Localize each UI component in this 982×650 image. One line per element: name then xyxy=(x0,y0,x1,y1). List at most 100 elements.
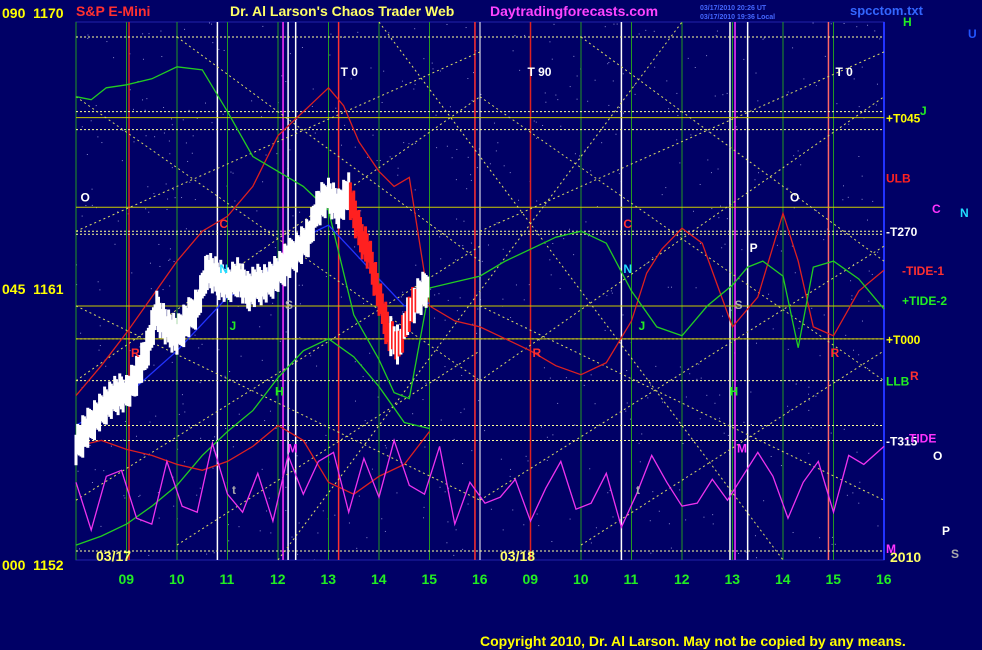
star xyxy=(335,107,337,109)
star xyxy=(754,179,756,181)
star xyxy=(269,410,271,412)
star xyxy=(611,292,613,294)
star xyxy=(861,198,863,200)
planet-marker: C xyxy=(219,217,228,231)
star xyxy=(650,552,652,554)
star xyxy=(867,367,869,369)
star xyxy=(114,243,116,245)
star xyxy=(106,41,108,43)
star xyxy=(201,343,203,345)
star xyxy=(105,365,107,367)
star xyxy=(389,156,391,158)
star xyxy=(647,397,649,399)
right-level-label: +T000 xyxy=(886,333,921,347)
star xyxy=(843,428,845,430)
star xyxy=(792,532,794,534)
star xyxy=(97,136,99,138)
star xyxy=(188,426,190,428)
star xyxy=(700,377,702,379)
star xyxy=(364,420,366,422)
star xyxy=(330,33,332,35)
star xyxy=(198,347,200,349)
star xyxy=(743,58,745,60)
x-tick-label: 09 xyxy=(523,571,539,587)
star xyxy=(874,30,876,32)
star xyxy=(667,286,669,288)
star xyxy=(741,249,743,251)
star xyxy=(258,250,260,252)
star xyxy=(414,142,416,144)
star xyxy=(646,262,648,264)
star xyxy=(546,436,548,438)
star xyxy=(434,317,436,319)
star xyxy=(161,56,163,58)
star xyxy=(259,326,261,328)
star xyxy=(481,260,483,262)
star xyxy=(113,57,115,59)
star xyxy=(162,289,164,291)
x-tick-label: 12 xyxy=(270,571,286,587)
star xyxy=(706,394,708,396)
star xyxy=(412,413,414,415)
star xyxy=(434,294,436,296)
star xyxy=(453,438,455,440)
star xyxy=(768,293,770,295)
star xyxy=(677,114,679,116)
star xyxy=(371,468,373,470)
star xyxy=(490,508,492,510)
star xyxy=(354,146,356,148)
star xyxy=(212,42,214,44)
x-tick-label: 14 xyxy=(775,571,791,587)
star xyxy=(515,284,517,286)
star xyxy=(872,200,874,202)
star xyxy=(169,153,171,155)
chart-title: S&P E-Mini xyxy=(76,3,150,19)
star xyxy=(167,198,169,200)
star xyxy=(875,104,877,106)
star xyxy=(538,525,540,527)
star xyxy=(559,288,561,290)
star xyxy=(477,308,479,310)
star xyxy=(425,382,427,384)
x-tick-label: 14 xyxy=(371,571,387,587)
star xyxy=(866,219,868,221)
x-tick-label: 16 xyxy=(472,571,488,587)
star xyxy=(455,179,457,181)
star xyxy=(171,167,173,169)
star xyxy=(699,183,701,185)
star xyxy=(402,311,404,313)
star xyxy=(789,410,791,412)
star xyxy=(446,542,448,544)
star xyxy=(553,23,555,25)
star xyxy=(208,22,210,24)
star xyxy=(712,523,714,525)
star xyxy=(638,33,640,35)
star xyxy=(232,446,234,448)
star xyxy=(470,242,472,244)
star xyxy=(289,53,291,55)
star xyxy=(149,421,151,423)
planet-marker: J xyxy=(639,319,646,333)
star xyxy=(808,409,810,411)
star xyxy=(358,495,360,497)
star xyxy=(555,94,557,96)
star xyxy=(381,518,383,520)
star xyxy=(367,156,369,158)
star xyxy=(879,38,881,40)
star xyxy=(726,92,728,94)
star xyxy=(205,102,207,104)
star xyxy=(495,150,497,152)
star xyxy=(184,411,186,413)
star xyxy=(735,126,737,128)
star xyxy=(607,492,609,494)
star xyxy=(172,189,174,191)
star xyxy=(94,469,96,471)
star xyxy=(633,84,635,86)
far-right-marker: S xyxy=(951,547,959,561)
star xyxy=(808,399,810,401)
star xyxy=(836,103,838,105)
y-axis-label-top: 090 1170 xyxy=(2,5,64,21)
star xyxy=(563,238,565,240)
star xyxy=(155,415,157,417)
star xyxy=(859,481,861,483)
